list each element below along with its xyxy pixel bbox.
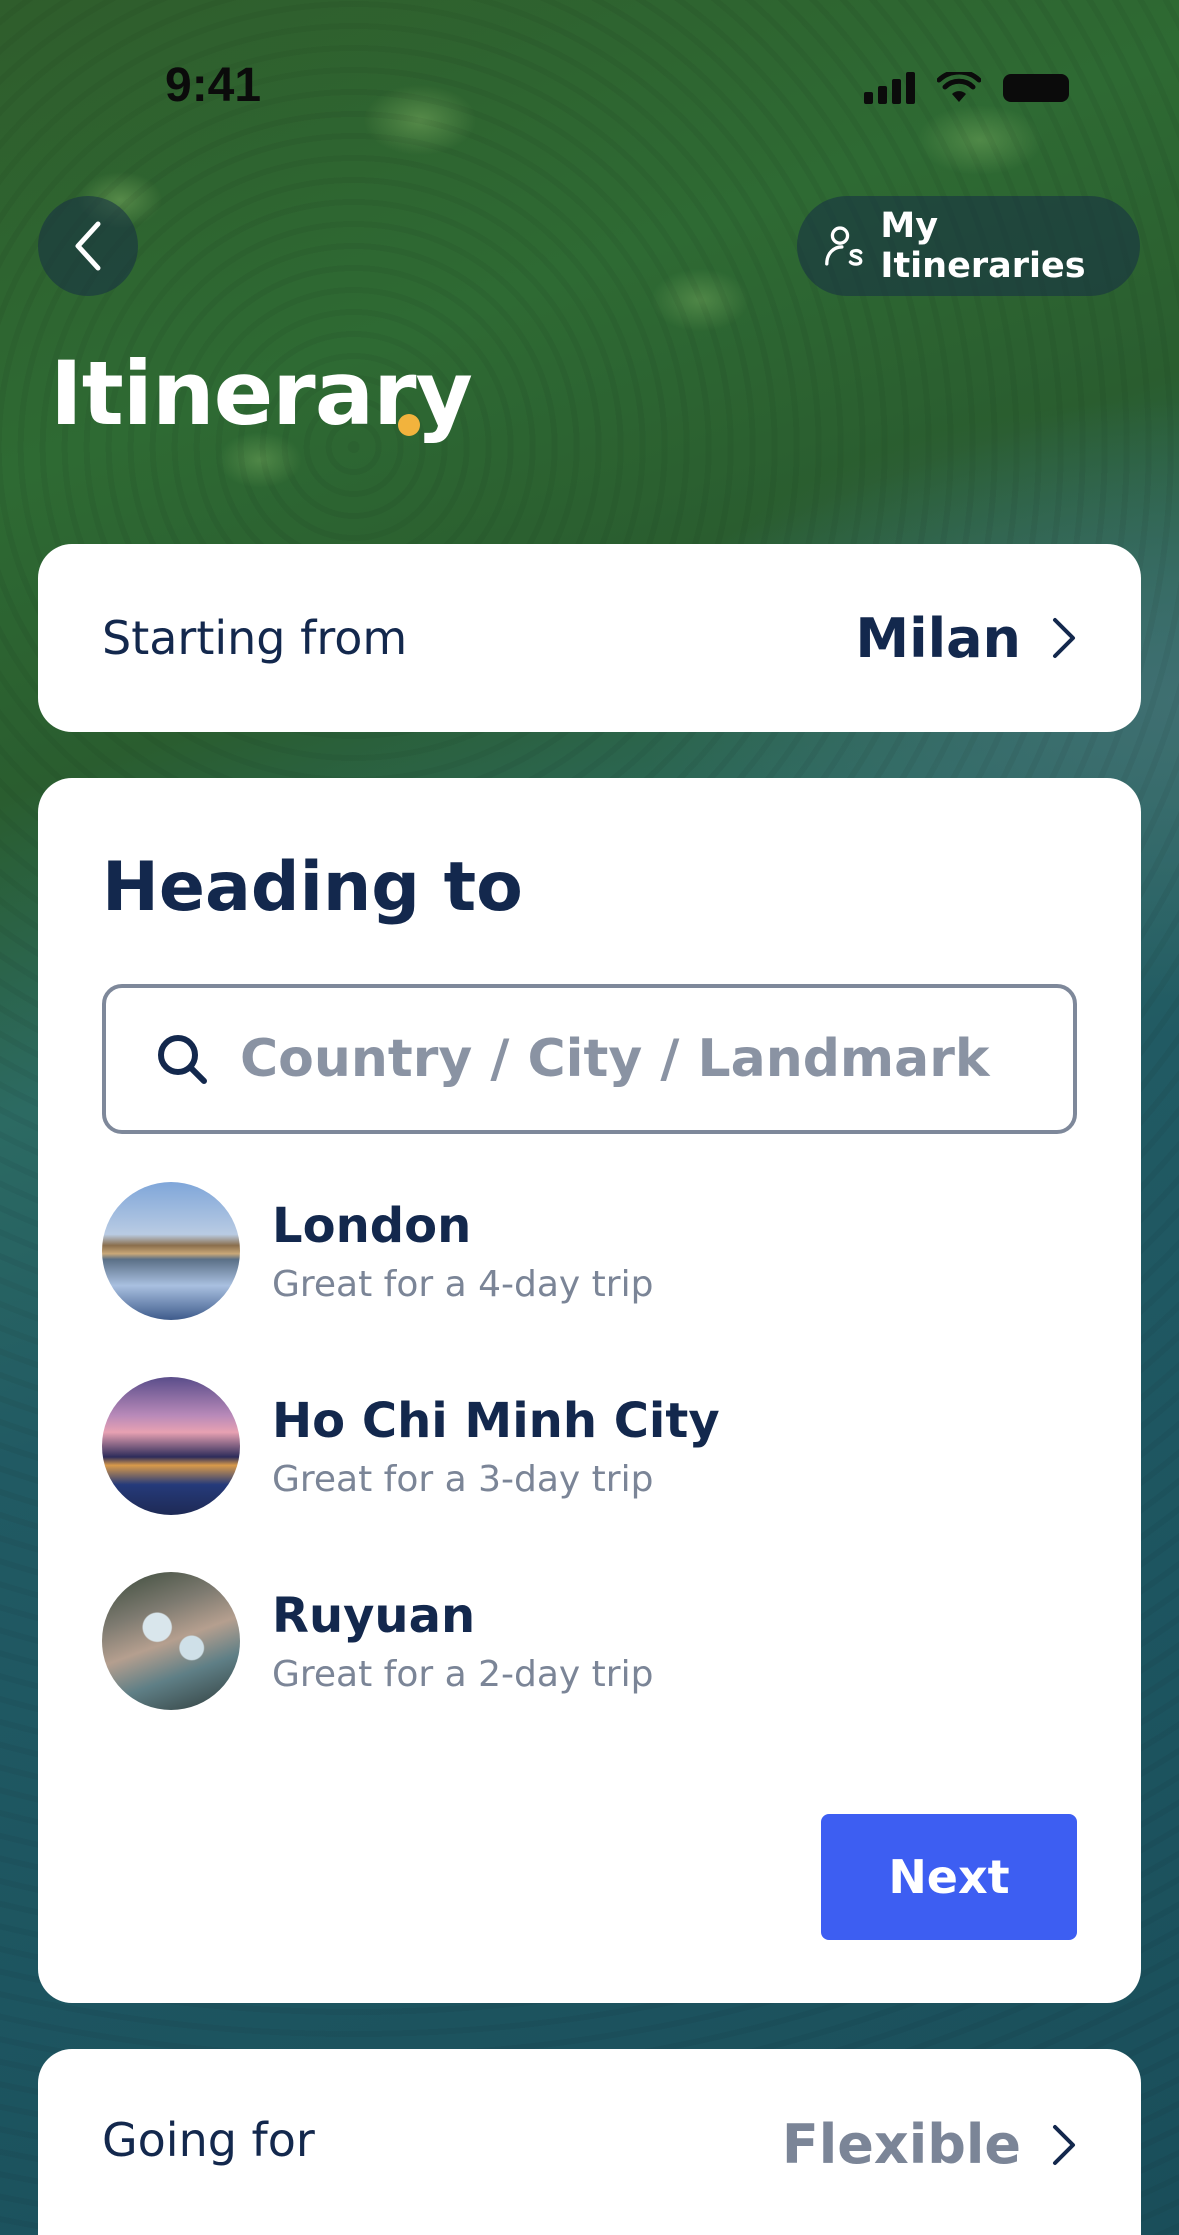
destination-subtitle: Great for a 4-day trip [272, 1263, 654, 1305]
destination-text: Ho Chi Minh City Great for a 3-day trip [272, 1393, 720, 1500]
starting-from-value-group: Milan [855, 607, 1077, 670]
chevron-right-icon [1053, 618, 1075, 658]
status-time: 9:41 [165, 59, 262, 112]
destination-text: Ruyuan Great for a 2-day trip [272, 1588, 653, 1695]
back-button[interactable] [38, 196, 138, 296]
london-thumbnail [102, 1182, 240, 1320]
going-for-row[interactable]: Going for Flexible [38, 2049, 1141, 2235]
going-for-label: Going for [102, 2113, 315, 2167]
going-for-value-group: Flexible [782, 2113, 1077, 2176]
starting-from-row[interactable]: Starting from Milan [38, 544, 1141, 732]
chevron-left-icon [75, 221, 101, 271]
destination-item-ho-chi-minh-city[interactable]: Ho Chi Minh City Great for a 3-day trip [102, 1377, 1077, 1515]
chevron-right-icon [1053, 2124, 1075, 2165]
starting-from-value: Milan [855, 606, 1021, 670]
destination-item-ruyuan[interactable]: Ruyuan Great for a 2-day trip [102, 1572, 1077, 1710]
search-icon [158, 1035, 207, 1084]
ruyuan-thumbnail [102, 1572, 240, 1710]
destination-name: London [272, 1197, 472, 1254]
search-placeholder: Country / City / Landmark [240, 1029, 990, 1089]
heading-to-card: Heading to Country / City / Landmark Lon… [38, 778, 1141, 2003]
destination-search-input[interactable]: Country / City / Landmark [102, 984, 1077, 1134]
heading-to-title: Heading to [102, 848, 523, 927]
status-bar: 9:41 [0, 0, 1179, 130]
destination-subtitle: Great for a 2-day trip [272, 1653, 654, 1695]
cellular-signal-icon [864, 72, 915, 104]
next-button[interactable]: Next [821, 1814, 1077, 1940]
title-dot [398, 414, 420, 436]
wifi-icon [937, 72, 981, 102]
destination-text: London Great for a 4-day trip [272, 1198, 653, 1305]
ho-chi-minh-city-thumbnail [102, 1377, 240, 1515]
destination-name: Ho Chi Minh City [272, 1392, 720, 1449]
destination-item-london[interactable]: London Great for a 4-day trip [102, 1182, 1077, 1320]
going-for-value: Flexible [781, 2113, 1021, 2176]
battery-icon [1003, 74, 1069, 102]
destination-name: Ruyuan [272, 1587, 476, 1644]
status-icons [864, 72, 1069, 104]
my-itineraries-label: My Itineraries [880, 206, 1086, 286]
user-list-icon [825, 226, 863, 266]
starting-from-label: Starting from [102, 611, 408, 665]
destination-subtitle: Great for a 3-day trip [272, 1458, 654, 1500]
destination-list: London Great for a 4-day trip Ho Chi Min… [102, 1182, 1077, 1767]
my-itineraries-button[interactable]: My Itineraries [797, 196, 1140, 296]
